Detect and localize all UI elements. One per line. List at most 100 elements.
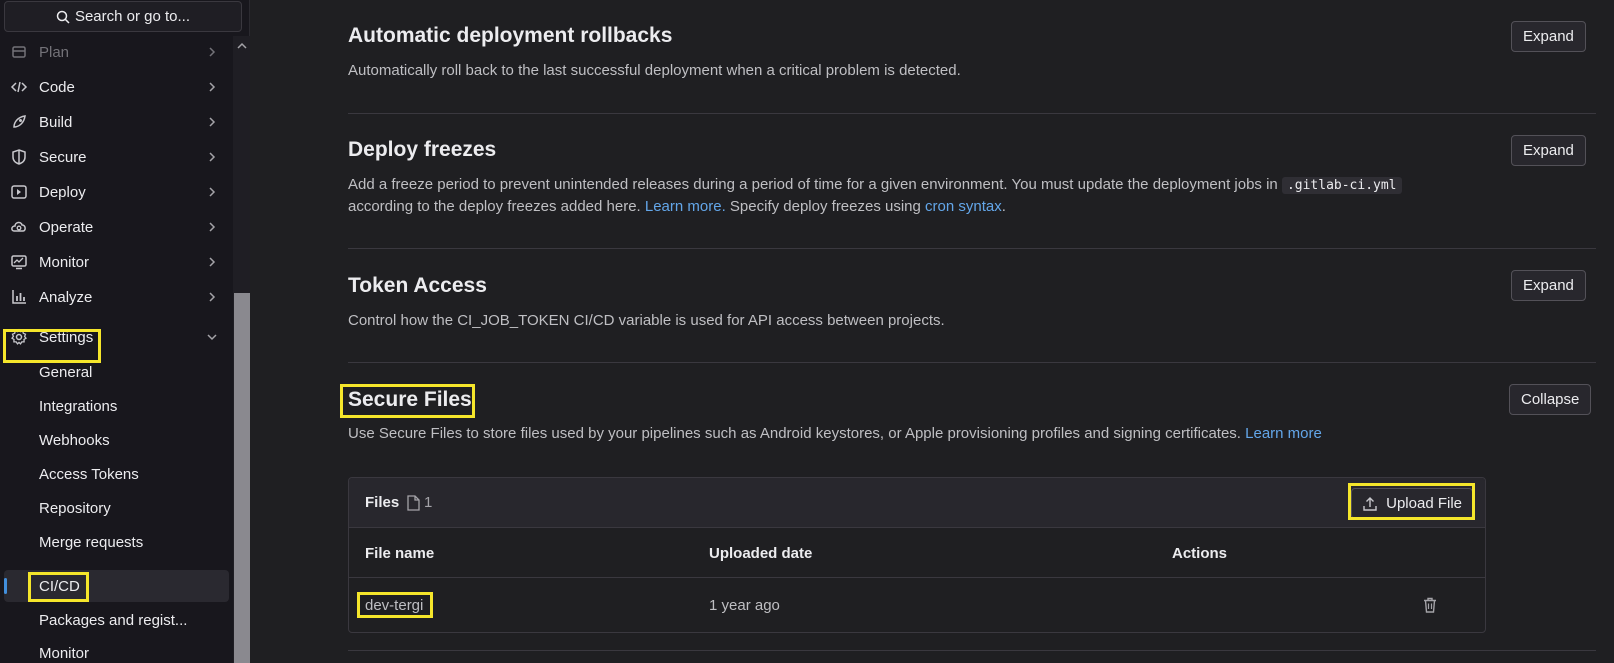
learn-more-link-freezes[interactable]: Learn more. (645, 198, 726, 215)
freezes-desc-part2: according to the deploy freezes added he… (348, 198, 641, 215)
section-title-secure-files: Secure Files (348, 388, 472, 411)
sidebar-item-build[interactable]: Build (0, 105, 230, 139)
cron-syntax-link[interactable]: cron syntax (925, 198, 1002, 215)
sidebar-item-label: Monitor (39, 253, 90, 271)
freezes-desc-part3: Specify deploy freezes using (729, 198, 921, 215)
sidebar-item-label: Settings (39, 328, 94, 346)
chevron-right-icon (209, 82, 216, 92)
sidebar-subitem-webhooks[interactable]: Webhooks (0, 424, 230, 456)
sidebar-item-operate[interactable]: Operate (0, 210, 230, 244)
scroll-up-arrow-icon[interactable] (237, 42, 247, 50)
document-icon (407, 494, 420, 511)
chevron-right-icon (209, 292, 216, 302)
column-header-uploaded-date: Uploaded date (709, 545, 813, 562)
sidebar-subitem-access-tokens[interactable]: Access Tokens (0, 458, 230, 490)
secure-files-desc-text: Use Secure Files to store files used by … (348, 425, 1241, 442)
chevron-right-icon (209, 257, 216, 267)
search-button[interactable]: Search or go to... (4, 1, 242, 32)
expand-button-freezes[interactable]: Expand (1511, 135, 1586, 166)
expand-button-rollbacks[interactable]: Expand (1511, 21, 1586, 52)
sidebar: Search or go to... Plan Code Build Secur… (0, 0, 250, 663)
file-name-cell[interactable]: dev-tergi (365, 597, 423, 614)
sidebar-subitem-general[interactable]: General (0, 356, 230, 388)
sidebar-subitem-label: Integrations (39, 397, 118, 415)
file-count: 1 (407, 494, 432, 511)
chevron-right-icon (209, 222, 216, 232)
rocket-icon (13, 115, 26, 128)
deploy-icon (11, 185, 27, 199)
sidebar-subitem-ci-cd[interactable]: CI/CD (4, 570, 229, 602)
sidebar-subitem-label: General (39, 363, 93, 381)
gear-icon (11, 328, 27, 345)
section-desc-freezes: Add a freeze period to prevent unintende… (348, 174, 1468, 217)
section-divider (348, 248, 1596, 249)
trash-icon[interactable] (1421, 596, 1439, 614)
upload-file-button[interactable]: Upload File (1351, 488, 1473, 519)
app-window: Search or go to... Plan Code Build Secur… (0, 0, 1614, 663)
code-icon (10, 81, 28, 93)
sidebar-subitem-label: Access Tokens (39, 465, 139, 483)
column-header-actions: Actions (1172, 545, 1228, 562)
sidebar-subitem-label: Merge requests (39, 533, 144, 551)
section-desc-token: Control how the CI_JOB_TOKEN CI/CD varia… (348, 312, 945, 329)
upload-file-label: Upload File (1386, 495, 1462, 512)
file-count-value: 1 (424, 494, 433, 511)
chevron-right-icon (209, 152, 216, 162)
sidebar-subitem-label: Repository (39, 499, 111, 517)
sidebar-subitem-label: Webhooks (39, 431, 110, 449)
section-divider (348, 113, 1596, 114)
sidebar-item-analyze[interactable]: Analyze (0, 280, 230, 314)
monitor-icon (11, 255, 27, 270)
section-desc-secure-files: Use Secure Files to store files used by … (348, 423, 1468, 444)
section-title-token: Token Access (348, 274, 487, 297)
table-row: dev-tergi 1 year ago (349, 579, 1485, 632)
sidebar-item-label: Operate (39, 218, 94, 236)
sidebar-item-secure[interactable]: Secure (0, 140, 230, 174)
chevron-right-icon (209, 47, 216, 57)
expand-button-token[interactable]: Expand (1511, 270, 1586, 301)
section-desc-rollbacks: Automatically roll back to the last succ… (348, 62, 961, 79)
sidebar-subitem-label: Monitor (39, 644, 90, 662)
sidebar-subitem-label: Packages and regist... (39, 611, 188, 629)
sidebar-subitem-packages[interactable]: Packages and regist... (0, 604, 230, 636)
upload-icon (1363, 496, 1377, 511)
section-title-rollbacks: Automatic deployment rollbacks (348, 24, 673, 47)
section-divider (348, 362, 1596, 363)
table-header: File name Uploaded date Actions (349, 529, 1485, 578)
sidebar-subitem-label: CI/CD (39, 577, 80, 595)
sidebar-subitem-merge-requests[interactable]: Merge requests (0, 526, 230, 558)
card-header: Files 1 Upload File (349, 478, 1485, 528)
gitlab-ci-code: .gitlab-ci.yml (1281, 177, 1402, 194)
sidebar-subitem-integrations[interactable]: Integrations (0, 390, 230, 422)
sidebar-item-monitor[interactable]: Monitor (0, 245, 230, 279)
sidebar-subitem-monitor[interactable]: Monitor (0, 637, 230, 663)
sidebar-item-label: Analyze (39, 288, 93, 306)
sidebar-item-label: Code (39, 78, 75, 96)
chart-icon (12, 290, 26, 304)
main-content: Automatic deployment rollbacks Automatic… (250, 0, 1614, 663)
plan-icon (12, 46, 26, 58)
learn-more-link-secure-files[interactable]: Learn more (1245, 425, 1322, 442)
active-indicator (4, 578, 7, 594)
sidebar-subitem-repository[interactable]: Repository (0, 492, 230, 524)
sidebar-item-label: Secure (39, 148, 87, 166)
secure-files-card: Files 1 Upload File File name Uploaded d… (348, 477, 1486, 633)
sidebar-item-label: Build (39, 113, 73, 131)
freezes-desc-period: . (1001, 198, 1006, 215)
sidebar-item-deploy[interactable]: Deploy (0, 175, 230, 209)
sidebar-item-settings[interactable]: Settings (0, 320, 230, 354)
search-label: Search or go to... (74, 8, 191, 25)
collapse-button-secure-files[interactable]: Collapse (1509, 384, 1592, 415)
sidebar-item-code[interactable]: Code (0, 70, 230, 104)
freezes-desc-part1: Add a freeze period to prevent unintende… (348, 176, 1278, 193)
chevron-right-icon (209, 187, 216, 197)
sidebar-item-plan[interactable]: Plan (0, 36, 230, 68)
uploaded-date-cell: 1 year ago (709, 597, 780, 614)
sidebar-scrollbar-thumb[interactable] (234, 293, 250, 663)
card-title: Files (365, 494, 400, 511)
cloud-gear-icon (11, 221, 26, 232)
sidebar-item-label: Deploy (39, 183, 86, 201)
column-header-file-name: File name (365, 545, 435, 562)
chevron-right-icon (209, 117, 216, 127)
section-divider (348, 650, 1596, 651)
